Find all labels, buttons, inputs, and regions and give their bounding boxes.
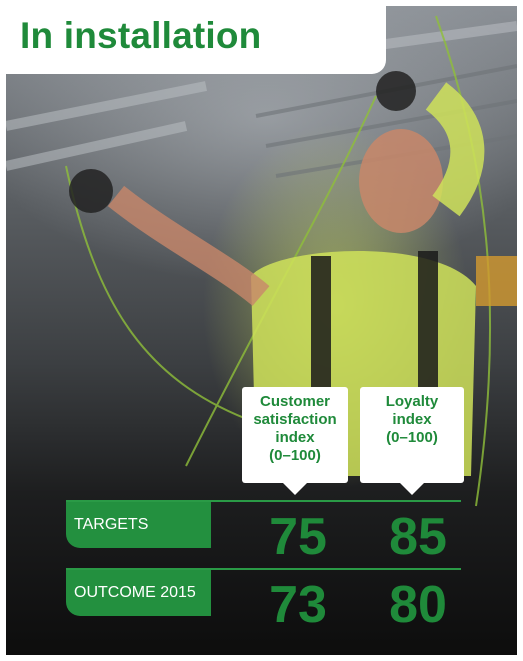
column-header-line: Loyalty xyxy=(385,393,439,410)
column-header-line: satisfaction xyxy=(253,411,337,428)
infographic-frame: In installation Customer satisfaction in… xyxy=(6,6,517,655)
column-header-loyalty: Loyalty index (0–100) xyxy=(360,387,464,495)
column-header-customer-satisfaction: Customer satisfaction index (0–100) xyxy=(242,387,348,495)
column-header-line: (0–100) xyxy=(269,447,321,464)
targets-customer-satisfaction-value: 75 xyxy=(269,508,327,566)
column-header-line: index xyxy=(392,411,432,428)
title-panel: In installation xyxy=(6,6,386,74)
targets-loyalty-value: 85 xyxy=(389,508,447,566)
column-header-line: index xyxy=(275,429,315,446)
row-label-targets: TARGETS xyxy=(66,502,211,548)
page: { "title": "In installation", "columns":… xyxy=(0,0,523,661)
page-title: In installation xyxy=(20,15,262,56)
column-header-line: (0–100) xyxy=(386,429,438,446)
row-label-outcome-2015: OUTCOME 2015 xyxy=(66,570,211,616)
outcome-customer-satisfaction-value: 73 xyxy=(269,576,327,634)
outcome-loyalty-value: 80 xyxy=(389,576,447,634)
column-header-line: Customer xyxy=(259,393,330,410)
